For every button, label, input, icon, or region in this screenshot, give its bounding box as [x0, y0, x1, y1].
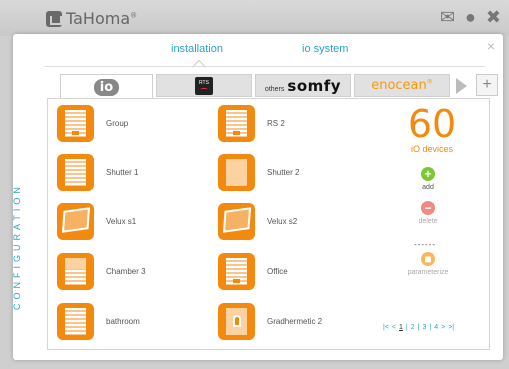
shutter-icon — [218, 253, 255, 290]
device-item[interactable]: Velux s1 — [57, 203, 136, 240]
rts-logo: RTS — [195, 76, 213, 95]
device-label: Shutter 2 — [267, 168, 300, 177]
actions-separator: ------ — [414, 240, 436, 249]
add-label: add — [422, 184, 434, 191]
plus-circle-icon: + — [421, 167, 435, 181]
device-item[interactable]: Velux s2 — [218, 203, 297, 240]
tab-rts[interactable]: RTS — [156, 74, 252, 97]
device-item[interactable]: Chamber 3 — [57, 253, 146, 290]
device-label: Velux s2 — [267, 217, 298, 226]
enocean-wordmark: enocean — [371, 78, 427, 93]
device-item[interactable]: Shutter 2 — [218, 154, 299, 191]
page-link-4[interactable]: 4 — [434, 324, 438, 331]
device-item[interactable]: Office — [218, 253, 288, 290]
tahoma-logo: TaHoma® — [46, 9, 137, 28]
device-item[interactable]: Group — [57, 105, 128, 142]
device-item[interactable]: Gradhermetic 2 — [218, 303, 322, 340]
shutter-icon — [218, 105, 255, 142]
add-button[interactable]: + add — [403, 167, 453, 191]
device-label: Gradhermetic 2 — [267, 317, 323, 326]
app-title: TaHoma® — [66, 9, 137, 28]
app-header: TaHoma® ✉ ● ✖ — [0, 0, 509, 36]
tab-io-system[interactable]: io system — [302, 43, 348, 55]
parameterize-button[interactable]: ■ parameterize — [403, 252, 453, 276]
page-separator: | — [417, 324, 420, 331]
somfy-logo: others somfy — [265, 77, 341, 95]
enocean-logo: enocean® — [371, 78, 433, 93]
tab-enocean[interactable]: enocean® — [354, 74, 450, 97]
page-separator: | — [405, 324, 408, 331]
add-protocol-button[interactable]: + — [476, 74, 498, 96]
device-label: Chamber 3 — [106, 267, 146, 276]
envelope-icon[interactable]: ✉ — [440, 8, 455, 26]
gradhermetic-icon — [218, 303, 255, 340]
device-label: Shutter 1 — [106, 168, 139, 177]
prev-page-link[interactable]: < — [392, 324, 396, 331]
user-icon[interactable]: ● — [465, 8, 476, 26]
last-page-link[interactable]: >| — [448, 324, 454, 331]
app-title-text: TaHoma — [66, 9, 131, 28]
device-label: RS 2 — [267, 119, 285, 128]
delete-label: delete — [418, 218, 438, 225]
shutter-group-icon — [57, 105, 94, 142]
delete-button[interactable]: − delete — [403, 201, 453, 225]
top-icons: ✉ ● ✖ — [440, 8, 501, 26]
main-tabs: installation io system — [13, 43, 503, 63]
tab-somfy[interactable]: others somfy — [255, 74, 351, 97]
enocean-reg: ® — [426, 78, 433, 86]
shutter-half-icon — [57, 253, 94, 290]
device-count: 60 — [407, 102, 457, 146]
tab-installation[interactable]: installation — [171, 43, 223, 55]
next-arrow-icon[interactable] — [456, 78, 467, 94]
device-item[interactable]: Shutter 1 — [57, 154, 138, 191]
device-count-label: iO devices — [410, 144, 454, 154]
rts-logo-text: RTS — [199, 80, 209, 86]
device-label: Group — [106, 119, 129, 128]
page-link-1[interactable]: 1 — [399, 324, 403, 331]
shutter-icon — [57, 154, 94, 191]
shutter-icon — [57, 303, 94, 340]
close-icon[interactable]: ✖ — [486, 8, 501, 26]
minus-circle-icon: − — [421, 201, 435, 215]
io-logo: io — [93, 78, 120, 96]
device-label: Velux s1 — [106, 217, 137, 226]
device-label: Office — [267, 267, 288, 276]
page-link-2[interactable]: 2 — [411, 324, 415, 331]
next-page-link[interactable]: > — [441, 324, 445, 331]
velux-window-icon — [57, 203, 94, 240]
shutter-half-icon — [218, 154, 255, 191]
device-label: bathroom — [106, 317, 140, 326]
device-item[interactable]: bathroom — [57, 303, 140, 340]
tabs-divider — [45, 66, 485, 67]
pagination: |< < 1 | 2 | 3 | 4 > >| — [383, 324, 454, 331]
velux-window-icon — [218, 203, 255, 240]
device-counter: 60 iO devices — [404, 104, 460, 154]
app-title-reg: ® — [130, 11, 138, 20]
others-label: others — [264, 85, 285, 93]
first-page-link[interactable]: |< — [383, 324, 389, 331]
settings-circle-icon: ■ — [421, 252, 435, 266]
page-separator: | — [429, 324, 432, 331]
device-item[interactable]: RS 2 — [218, 105, 285, 142]
tab-io[interactable]: io — [60, 74, 153, 99]
home-icon — [46, 10, 62, 27]
parameterize-label: parameterize — [407, 269, 449, 276]
somfy-wordmark: somfy — [287, 76, 342, 95]
configuration-side-label: CONFIGURATION — [12, 183, 22, 310]
page-link-3[interactable]: 3 — [422, 324, 426, 331]
